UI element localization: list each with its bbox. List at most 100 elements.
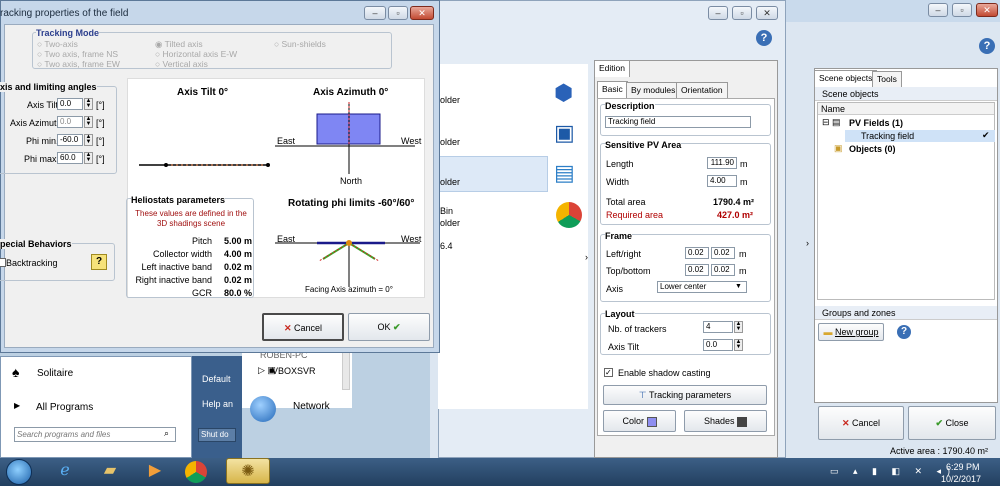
explorer-maximize-button[interactable]: ▫ <box>732 6 752 20</box>
phi-max-field[interactable]: 60.0 <box>57 152 83 164</box>
folder-icon: ▬ <box>823 327 835 337</box>
scene-cancel-button[interactable]: ✕ Cancel <box>818 406 904 440</box>
phi-max-spinner[interactable]: ▲ ▼ <box>84 152 93 164</box>
top-bottom-field-2[interactable]: 0.02 <box>711 264 735 276</box>
nav-scrollbar[interactable] <box>342 350 350 390</box>
length-field[interactable]: 111.90 <box>707 157 737 169</box>
tab-edition[interactable]: Edition <box>594 60 630 77</box>
clock-time[interactable]: 6:29 PM <box>946 462 980 472</box>
scene-close-button[interactable]: ✔ Close <box>908 406 996 440</box>
mode-horizontal-axis-radio[interactable]: Horizontal axis E-W <box>155 49 238 59</box>
vboxsvr-item[interactable]: VBOXSVR <box>272 366 316 376</box>
control-panel-icon[interactable]: ▤ <box>554 160 584 188</box>
backtracking-help-button[interactable]: ? <box>91 254 107 270</box>
tab-scene-objects[interactable]: Scene objects <box>814 70 878 87</box>
start-search-input[interactable]: Search programs and files <box>14 427 176 442</box>
main-maximize-button[interactable]: ▫ <box>952 3 972 17</box>
all-programs-item[interactable]: All Programs <box>36 402 93 413</box>
network-app-icon[interactable]: ⬢ <box>554 80 584 108</box>
color-button[interactable]: Color <box>603 410 676 432</box>
mode-frame-ns-radio[interactable]: Two axis, frame NS <box>37 49 118 59</box>
shutdown-button[interactable]: Shut do <box>198 428 236 442</box>
groups-help-icon[interactable]: ? <box>897 325 911 339</box>
phi-min-field[interactable]: -60.0 <box>57 134 83 146</box>
rotating-west-label: West <box>401 234 422 244</box>
axis-tilt-label: Axis Tilt <box>27 100 59 110</box>
special-behaviors-label: pecial Behaviors <box>0 239 72 249</box>
chrome-app-icon[interactable] <box>556 202 582 228</box>
ie-icon[interactable]: ℯ <box>50 458 80 484</box>
pv-fields-node[interactable]: PV Fields (1) <box>849 118 903 128</box>
start-button[interactable] <box>6 459 32 485</box>
pvsyst-taskbar-icon[interactable]: ✺ <box>226 458 270 484</box>
objects-node[interactable]: Objects (0) <box>849 144 896 154</box>
left-right-field-1[interactable]: 0.02 <box>685 247 709 259</box>
tab-by-modules[interactable]: By modules <box>626 82 681 98</box>
dialog-close-button[interactable]: ✕ <box>410 6 434 20</box>
axis-select-arrow-icon[interactable]: ▼ <box>735 283 742 290</box>
width-field[interactable]: 4.00 <box>707 175 737 187</box>
panel-collapse-arrow-left[interactable]: › <box>585 252 588 262</box>
axis-azimuth-field[interactable]: 0.0 <box>57 116 83 128</box>
tab-orientation[interactable]: Orientation <box>676 82 728 98</box>
tracking-parameters-button[interactable]: ⊤ Tracking parameters <box>603 385 767 405</box>
axis-tilt-field[interactable]: 0.0 <box>57 98 83 110</box>
dialog-minimize-button[interactable]: – <box>364 6 386 20</box>
width-label: Width <box>606 177 630 187</box>
all-programs-arrow-icon: ▶ <box>14 401 21 410</box>
monitor-app-icon[interactable]: ▣ <box>554 120 584 148</box>
solitaire-item[interactable]: Solitaire <box>37 368 73 379</box>
help-item[interactable]: Help an <box>202 399 233 409</box>
axis-select[interactable]: Lower center <box>657 281 747 293</box>
chrome-taskbar-icon[interactable] <box>185 461 207 483</box>
layout-tilt-spinner[interactable]: ▲ ▼ <box>734 339 743 351</box>
dialog-ok-button[interactable]: OK ✔ <box>348 313 430 341</box>
explorer-help-icon[interactable]: ? <box>756 30 772 46</box>
left-right-field-2[interactable]: 0.02 <box>711 247 735 259</box>
panel-collapse-arrow-right[interactable]: › <box>806 238 809 248</box>
main-close-button[interactable]: ✕ <box>976 3 998 17</box>
color-swatch <box>646 416 657 427</box>
search-icon[interactable]: ⌕ <box>164 428 169 439</box>
axis-azimuth-unit: [°] <box>96 118 105 128</box>
shades-button[interactable]: Shades <box>684 410 767 432</box>
mode-sun-shields-radio[interactable]: Sun-shields <box>274 39 326 49</box>
top-bottom-unit: m <box>739 266 747 276</box>
mode-vertical-axis-radio[interactable]: Vertical axis <box>155 59 208 69</box>
phi-min-label: Phi min. <box>26 136 59 146</box>
top-bottom-field-1[interactable]: 0.02 <box>685 264 709 276</box>
mode-frame-ew-radio[interactable]: Two axis, frame EW <box>37 59 120 69</box>
explorer-minimize-button[interactable]: – <box>708 6 728 20</box>
dialog-maximize-button[interactable]: ▫ <box>388 6 408 20</box>
layout-tilt-field[interactable]: 0.0 <box>703 339 733 351</box>
main-help-icon[interactable]: ? <box>979 38 995 54</box>
nb-trackers-spinner[interactable]: ▲ ▼ <box>734 321 743 333</box>
dialog-cancel-button[interactable]: ✕ Cancel <box>262 313 344 341</box>
network-item[interactable]: Network <box>293 401 330 412</box>
objects-icon: ▣ <box>834 143 843 153</box>
description-field[interactable]: Tracking field <box>605 116 751 128</box>
groups-header-label: Groups and zones <box>822 308 896 318</box>
shadow-checkbox[interactable]: ✓ <box>604 368 613 377</box>
explorer-close-button[interactable]: ✕ <box>756 6 778 20</box>
tracking-field-node[interactable]: Tracking field <box>861 131 914 141</box>
phi-min-spinner[interactable]: ▲ ▼ <box>84 134 93 146</box>
mode-two-axis-radio[interactable]: Two-axis <box>37 39 78 49</box>
helio-width-label: Collector width <box>152 249 212 259</box>
tab-tools[interactable]: Tools <box>872 71 902 87</box>
default-item[interactable]: Default <box>202 374 231 384</box>
clock-date[interactable]: 10/2/2017 <box>941 474 981 484</box>
tray-icons[interactable]: ▭ ▴ ▮ ◧ ✕ ◂) <box>830 466 956 477</box>
nb-trackers-field[interactable]: 4 <box>703 321 733 333</box>
axis-tilt-spinner[interactable]: ▲ ▼ <box>84 98 93 110</box>
rotating-diagram <box>275 240 420 287</box>
main-minimize-button[interactable]: – <box>928 3 948 17</box>
rotating-east-label: East <box>277 234 296 244</box>
new-group-button[interactable]: ▬ New group <box>818 323 884 341</box>
azimuth-north-label: North <box>340 176 363 186</box>
axis-azimuth-spinner[interactable]: ▲ ▼ <box>84 116 93 128</box>
cancel-x-icon: ✕ <box>841 418 853 428</box>
tab-basic[interactable]: Basic <box>597 81 628 98</box>
media-player-icon[interactable]: ▶ <box>140 458 170 484</box>
explorer-taskbar-icon[interactable]: ▰ <box>95 458 125 484</box>
